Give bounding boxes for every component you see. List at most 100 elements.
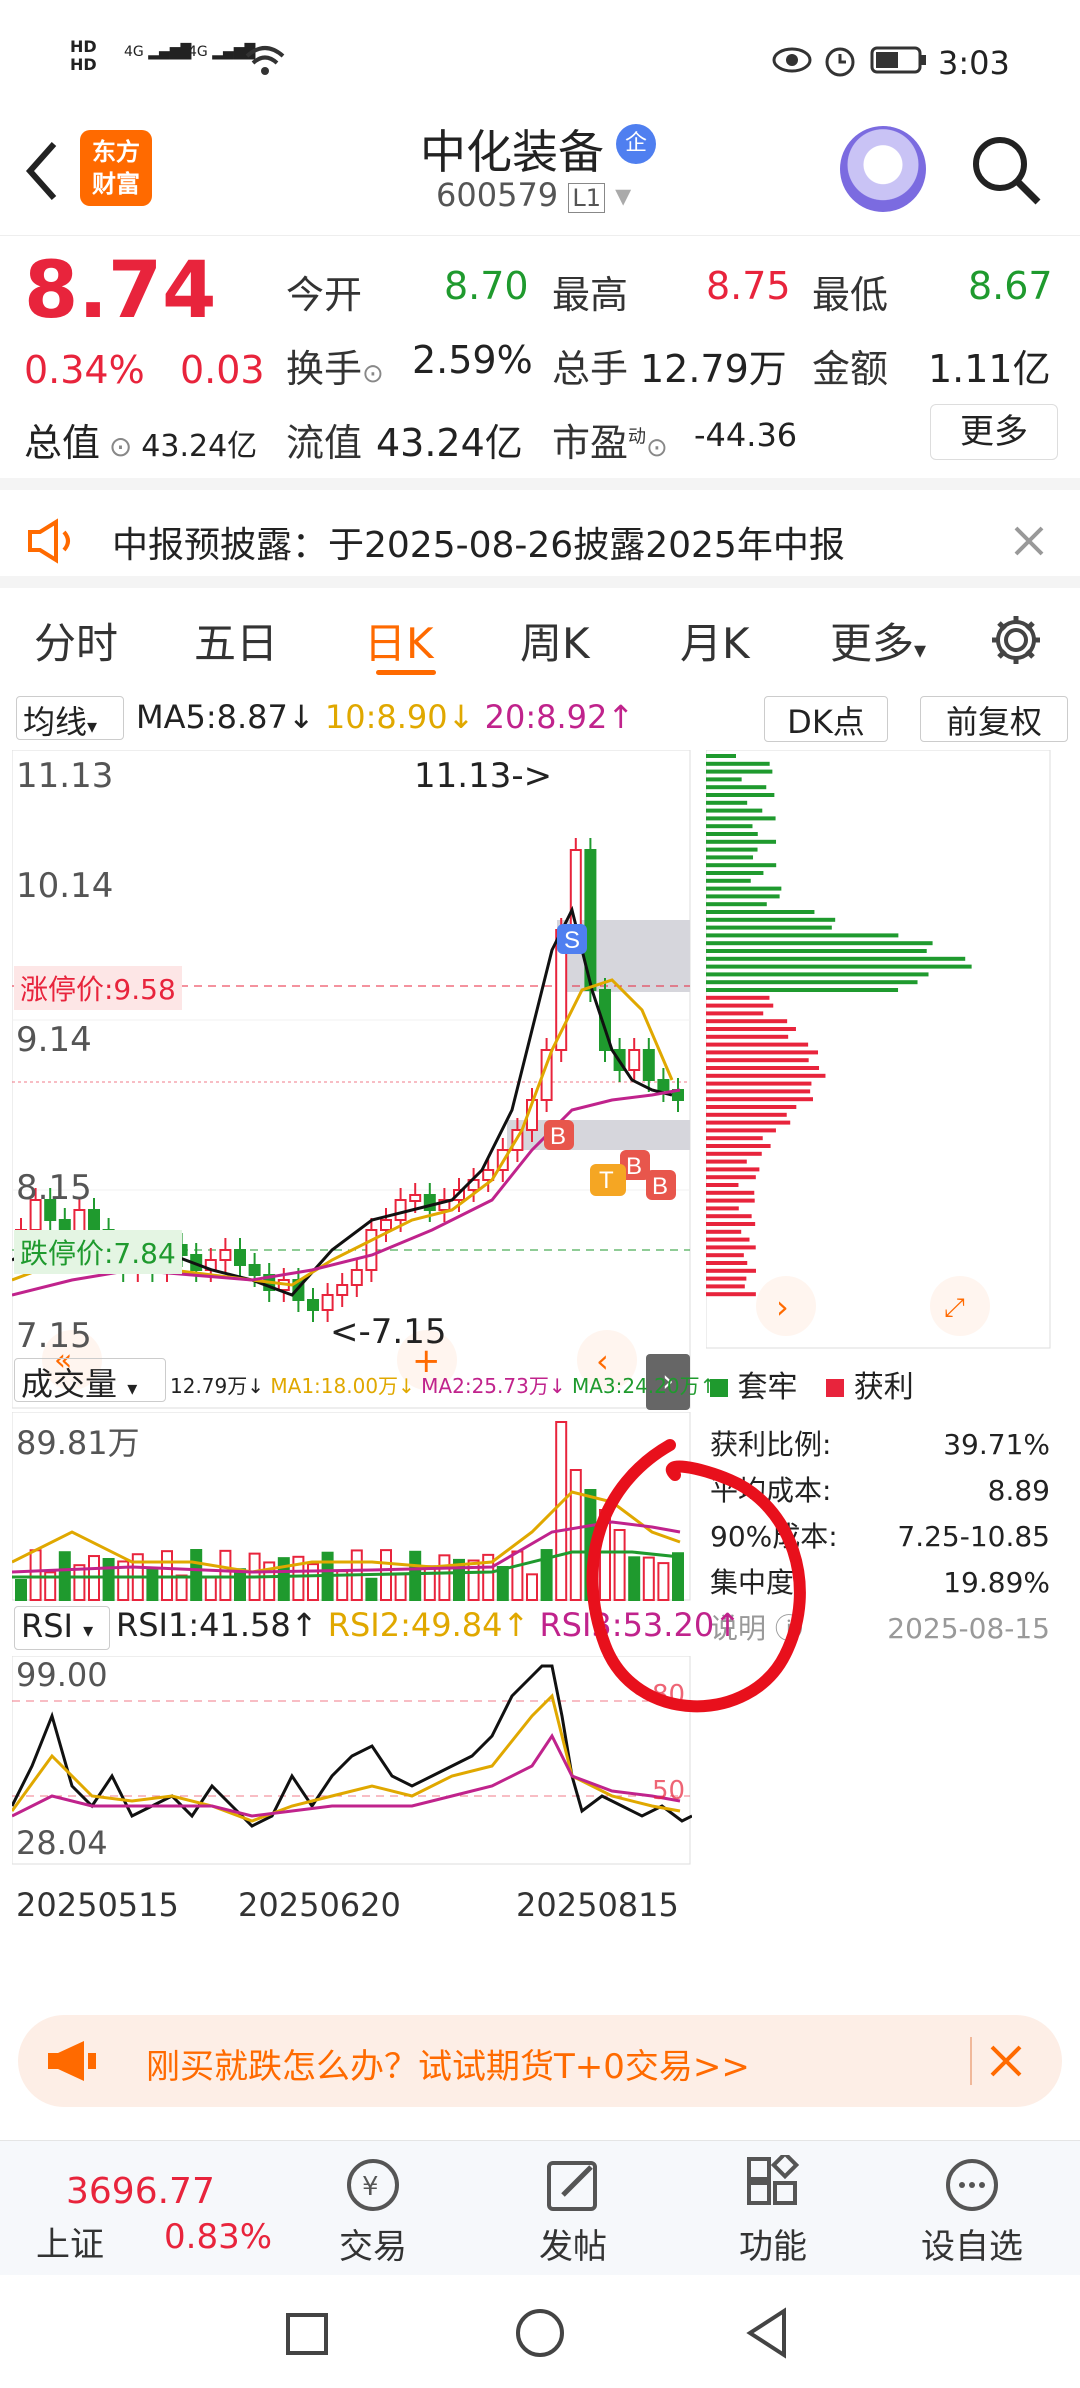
ad-banner[interactable]: 刚买就跌怎么办？试试期货T+0交易>> <box>18 2015 1062 2107</box>
back-nav-icon[interactable] <box>744 2307 790 2359</box>
rsi-bottom-label: 28.04 <box>16 1824 108 1862</box>
signal1-icon: 4G ▂▄▆█ <box>124 44 192 60</box>
banner-close-icon[interactable] <box>988 2043 1024 2079</box>
chip-bar <box>706 769 773 774</box>
volume-bar <box>234 1568 246 1602</box>
pe-value: -44.36 <box>694 416 798 454</box>
tab-day-k[interactable]: 日K <box>364 610 434 671</box>
index-change[interactable]: 0.83% <box>164 2217 272 2257</box>
chip-distribution[interactable]: › ⤢ <box>706 750 1052 1350</box>
tab-more[interactable]: 更多▾ <box>830 610 926 671</box>
chip-bar <box>706 839 777 844</box>
back-icon[interactable] <box>22 138 62 204</box>
notice-bar[interactable]: 中报预披露：于2025-08-26披露2025年中报 <box>0 478 1080 588</box>
app-logo[interactable]: 东方 财富 <box>80 130 152 206</box>
candle-body <box>307 1299 319 1311</box>
post-button[interactable]: 发帖 <box>530 2155 616 2268</box>
candle-body <box>365 1229 378 1271</box>
kline-chart[interactable]: S B B B T « + ‹ <box>12 750 692 1410</box>
chip-bar <box>706 1105 797 1109</box>
tab-week-k[interactable]: 周K <box>520 610 590 671</box>
chip-bar <box>706 1089 811 1094</box>
assistant-avatar[interactable] <box>840 126 926 212</box>
rsi-select[interactable]: RSI ▾ <box>14 1606 110 1650</box>
chip-bar <box>706 949 927 953</box>
chip-bar <box>706 847 758 852</box>
svg-text:B: B <box>652 1173 668 1200</box>
tab-five-day[interactable]: 五日 <box>194 610 278 671</box>
chip-bar <box>706 1097 813 1102</box>
chip-bar <box>706 1120 791 1125</box>
volume-select[interactable]: 成交量 ▾ <box>14 1358 166 1403</box>
status-bar: HD HD 4G ▂▄▆█ 4G ▂▄▆█ 3:03 <box>0 0 1080 120</box>
ma-select[interactable]: 均线▾ <box>16 696 124 741</box>
volume-bar <box>219 1549 232 1602</box>
chip-bar <box>706 1284 745 1289</box>
function-button[interactable]: 功能 <box>730 2150 816 2268</box>
chip-bar <box>706 1034 789 1039</box>
chip-bar <box>706 956 966 961</box>
trade-button[interactable]: ¥ 交易 <box>330 2155 416 2268</box>
tab-minute[interactable]: 分时 <box>34 610 118 671</box>
volume-bar <box>511 1550 524 1601</box>
gear-icon[interactable] <box>988 612 1044 668</box>
grid-icon <box>747 2150 800 2205</box>
chip-bar <box>706 785 767 790</box>
chip-bar <box>706 1073 826 1078</box>
banner-text: 刚买就跌怎么办？试试期货T+0交易>> <box>146 2047 750 2087</box>
chip-bar <box>706 910 815 914</box>
eye-icon <box>772 47 812 73</box>
volume-bar <box>365 1577 378 1602</box>
candle-body <box>409 1194 422 1202</box>
more-quote-button[interactable]: 更多 <box>930 404 1058 460</box>
chip-bar <box>706 800 748 805</box>
enterprise-badge: 企 <box>616 124 656 164</box>
more-dots-icon <box>946 2159 998 2211</box>
candle-body <box>380 1219 392 1231</box>
adjust-button[interactable]: 前复权 <box>920 696 1068 742</box>
chip-bar <box>706 824 753 829</box>
candle-body <box>350 1269 363 1286</box>
dk-button[interactable]: DK点 <box>764 696 888 742</box>
chip-bar <box>706 1206 739 1211</box>
svg-text:›: › <box>776 1288 789 1326</box>
open-value: 8.70 <box>444 264 529 308</box>
index-value[interactable]: 3696.77 <box>66 2171 215 2212</box>
chip-bar <box>706 1151 762 1156</box>
volume-bar <box>277 1557 290 1601</box>
chip-bar <box>706 980 918 985</box>
volume-bar <box>496 1565 509 1601</box>
chip-bar <box>706 917 836 922</box>
search-icon[interactable] <box>970 134 1044 208</box>
chip-bar <box>706 1027 796 1031</box>
chip-bar <box>706 964 972 969</box>
date-label-2: 20250620 <box>238 1886 401 1924</box>
period-tabs: 分时 五日 日K 周K 月K 更多▾ <box>0 590 1080 690</box>
notice-text: 中报预披露：于2025-08-26披露2025年中报 <box>112 525 845 566</box>
alarm-icon <box>825 47 855 77</box>
system-nav-bar <box>0 2275 1080 2388</box>
speaker-icon <box>28 518 70 564</box>
add-watchlist-button[interactable]: 设自选 <box>912 2155 1032 2268</box>
candle-body <box>321 1294 334 1311</box>
chip-bar <box>706 1159 747 1164</box>
close-icon[interactable] <box>1012 524 1046 558</box>
chip-bar <box>706 855 754 860</box>
tab-month-k[interactable]: 月K <box>680 610 750 671</box>
stock-code[interactable]: 600579 L1 ▾ <box>436 176 631 214</box>
chip-bar <box>706 941 933 946</box>
stock-name: 中化装备 <box>420 125 604 179</box>
recent-apps-icon[interactable] <box>284 2311 330 2357</box>
chip-bar <box>706 832 758 836</box>
chip-bar <box>706 871 764 875</box>
chip-bar <box>706 1081 812 1086</box>
index-name[interactable]: 上证 <box>36 2217 104 2266</box>
chip-bar <box>706 933 899 938</box>
volume-bar <box>190 1549 203 1601</box>
candle-body <box>642 1049 655 1081</box>
volume-label: 总手 <box>552 347 629 391</box>
chip-bar <box>706 925 832 930</box>
svg-text:B: B <box>550 1123 566 1150</box>
home-icon[interactable] <box>514 2307 566 2359</box>
limit-up-label: 涨停价:9.58 <box>14 966 182 1010</box>
